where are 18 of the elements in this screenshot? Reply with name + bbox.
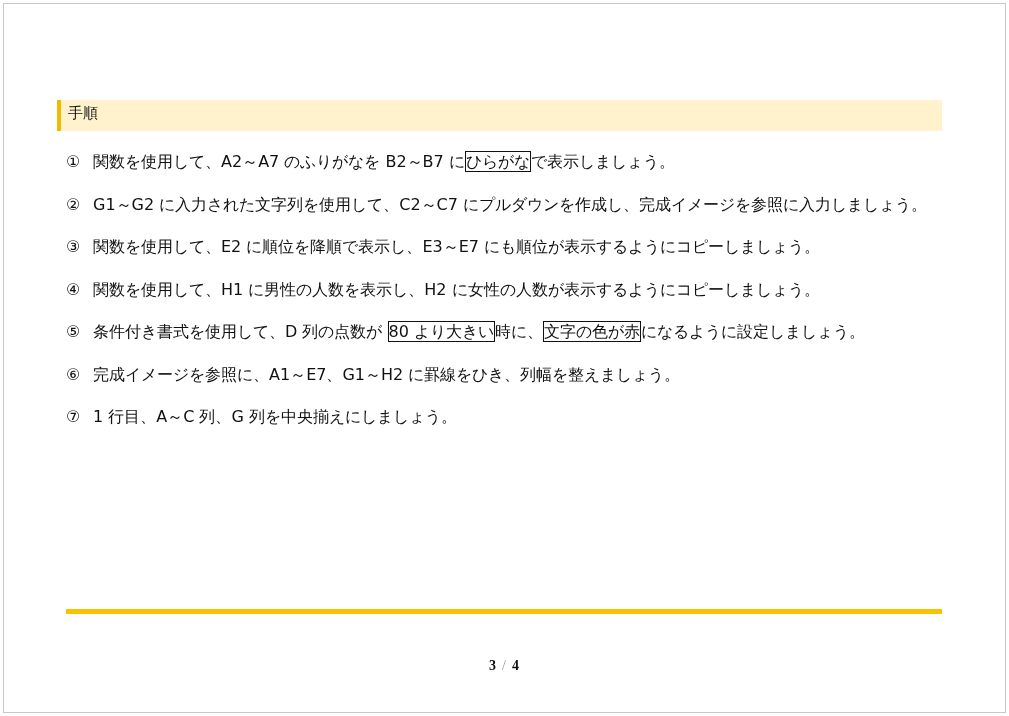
step-number: ⑦ <box>66 406 82 428</box>
step-text: 完成イメージを参照に、A1～E7、G1～H2 に罫線をひき、列幅を整えましょう。 <box>93 363 682 386</box>
step-text: G1～G2 に入力された文字列を使用して、C2～C7 にプルダウンを作成し、完成イメージを参照に入力しましょう。 <box>93 193 929 216</box>
step-text: 関数を使用して、E2 に順位を降順で表示し、E3～E7 にも順位が表示するようにコピーしましょう。 <box>93 236 822 258</box>
page-separator: / <box>502 658 506 674</box>
step-number: ④ <box>66 278 82 301</box>
step-text: 条件付き書式を使用して、D 列の点数が 80 より大きい時に、文字の色が赤になるように設定しましょう。 <box>93 320 866 344</box>
section-heading: 手順 <box>57 100 942 131</box>
step-text: 関数を使用して、A2～A7 のふりがなを B2～B7 にひらがなで表示しましょう。 <box>93 150 676 174</box>
page-total: 4 <box>511 658 519 674</box>
step-number: ③ <box>66 236 82 258</box>
step-text: 1 行目、A～C 列、G 列を中央揃えにしましょう。 <box>93 406 458 428</box>
step-number: ⑥ <box>66 363 82 386</box>
page-number: 3 <box>489 658 497 674</box>
step-text: 関数を使用して、H1 に男性の人数を表示し、H2 に女性の人数が表示するようにコピーしましょう。 <box>93 278 821 301</box>
step-number: ② <box>66 193 82 216</box>
step-number: ⑤ <box>66 321 82 343</box>
step-number: ① <box>66 151 82 173</box>
